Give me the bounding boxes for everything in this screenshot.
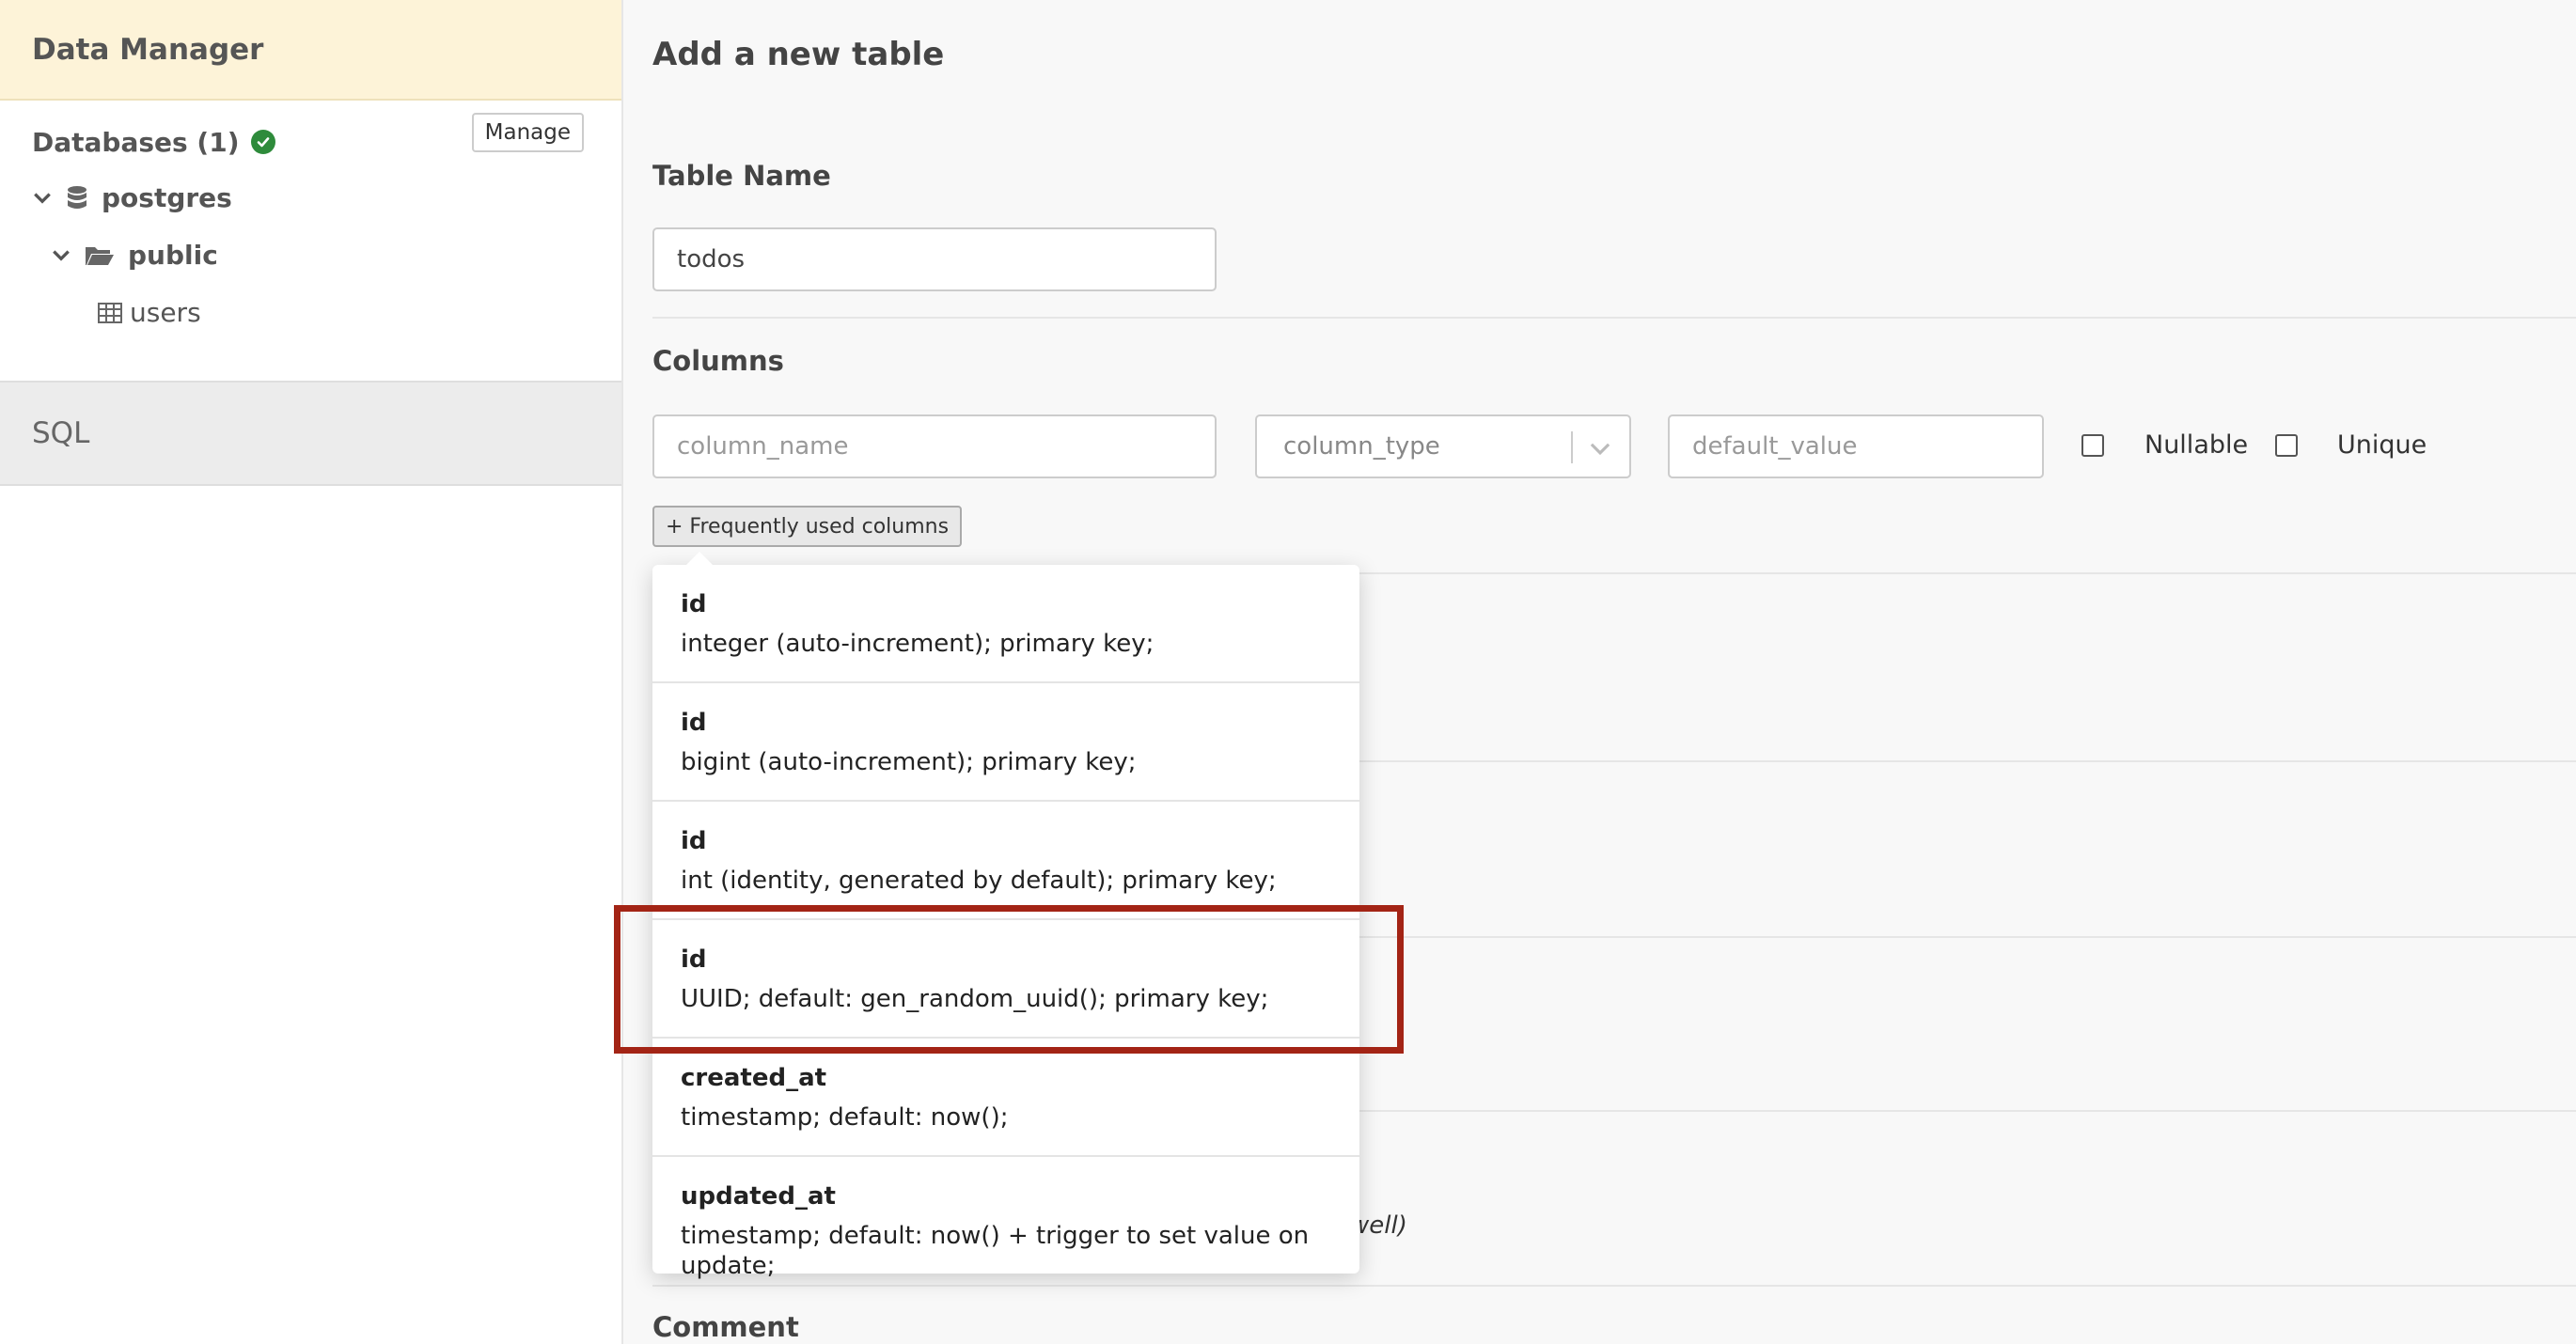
comment-label: Comment <box>652 1311 799 1343</box>
default-value-input[interactable] <box>1668 414 2044 478</box>
option-name: created_at <box>681 1064 827 1092</box>
frequent-column-option[interactable]: updated_at timestamp; default: now() + t… <box>652 1157 1359 1280</box>
column-name-input[interactable] <box>652 414 1217 478</box>
database-icon <box>68 185 86 209</box>
tree-label-public: public <box>128 240 218 271</box>
manage-button[interactable]: Manage <box>471 113 584 152</box>
option-description: integer (auto-increment); primary key; <box>681 630 1154 658</box>
select-separator <box>1571 431 1573 463</box>
frequent-columns-dropdown: id integer (auto-increment); primary key… <box>652 552 1359 1280</box>
column-type-select[interactable]: column_type <box>1255 414 1631 478</box>
folder-open-icon <box>86 246 114 265</box>
unique-checkbox[interactable] <box>2275 434 2298 457</box>
option-name: id <box>681 709 707 737</box>
frequent-column-option[interactable]: id integer (auto-increment); primary key… <box>652 565 1359 683</box>
app-title: Data Manager <box>32 32 264 67</box>
option-name: id <box>681 827 707 855</box>
table-name-label: Table Name <box>652 160 831 192</box>
option-name: id <box>681 590 707 618</box>
nullable-checkbox[interactable] <box>2081 434 2104 457</box>
page-title: Add a new table <box>652 36 945 73</box>
frequently-used-columns-button[interactable]: + Frequently used columns <box>652 506 963 547</box>
option-description: bigint (auto-increment); primary key; <box>681 748 1137 776</box>
frequent-column-option[interactable]: id bigint (auto-increment); primary key; <box>652 683 1359 802</box>
option-name: id <box>681 945 707 974</box>
databases-row: Databases (1) Manage <box>32 113 584 164</box>
option-name: updated_at <box>681 1182 836 1211</box>
column-type-placeholder: column_type <box>1283 432 1440 461</box>
option-description: timestamp; default: now(); <box>681 1103 1009 1132</box>
tree-item-users[interactable]: users <box>98 297 201 328</box>
sql-tab-label: SQL <box>32 416 90 450</box>
option-description: timestamp; default: now() + trigger to s… <box>681 1222 1310 1280</box>
databases-label: Databases (1) <box>32 126 240 158</box>
sql-tab[interactable]: SQL <box>0 381 621 486</box>
chevron-down-icon <box>1590 443 1610 456</box>
tree-label-postgres: postgres <box>102 182 232 213</box>
table-name-input[interactable] <box>652 227 1217 291</box>
unique-label: Unique <box>2337 430 2427 460</box>
divider <box>652 1285 2576 1287</box>
frequent-column-option[interactable]: id int (identity, generated by default);… <box>652 802 1359 920</box>
tree-label-users: users <box>130 297 201 328</box>
check-circle-icon <box>250 130 275 154</box>
option-description: UUID; default: gen_random_uuid(); primar… <box>681 985 1269 1013</box>
tree-item-postgres[interactable]: postgres <box>32 182 232 213</box>
divider <box>652 317 2576 319</box>
frequent-column-option-uuid[interactable]: id UUID; default: gen_random_uuid(); pri… <box>652 920 1359 1039</box>
columns-label: Columns <box>652 345 784 377</box>
nullable-label: Nullable <box>2144 430 2249 460</box>
chevron-down-icon <box>53 249 70 261</box>
frequent-column-option[interactable]: created_at timestamp; default: now(); <box>652 1039 1359 1157</box>
chevron-down-icon <box>34 192 51 204</box>
main-panel: Add a new table Table Name Columns colum… <box>625 0 2576 1344</box>
tree-item-public[interactable]: public <box>51 240 218 271</box>
sidebar: Data Manager Databases (1) Manage postgr… <box>0 0 623 1344</box>
option-description: int (identity, generated by default); pr… <box>681 867 1277 895</box>
table-icon <box>98 302 122 323</box>
sidebar-header: Data Manager <box>0 0 621 101</box>
popover-arrow <box>686 552 713 565</box>
